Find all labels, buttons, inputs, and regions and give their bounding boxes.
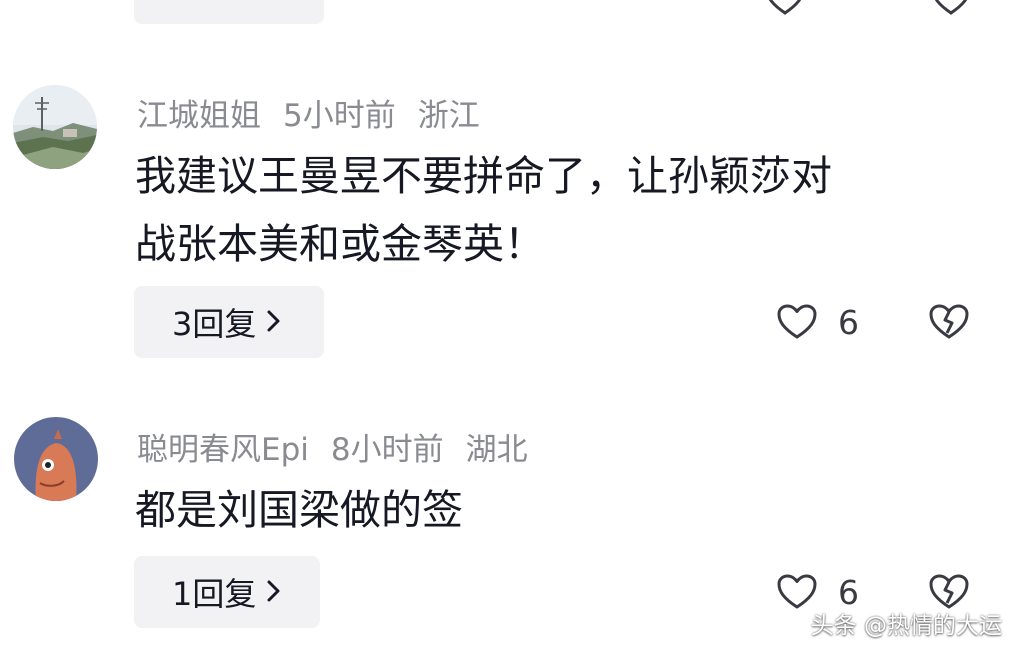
like-count: 6	[838, 303, 859, 342]
cartoon-character-avatar-icon	[14, 417, 98, 501]
reply-button[interactable]: 1回复	[134, 556, 320, 628]
username[interactable]: 聪明春风Epi	[137, 432, 309, 468]
timestamp: 5小时前	[283, 98, 396, 134]
comment-text-line: 我建议王曼昱不要拼命了，让孙颖莎对	[135, 152, 832, 200]
previous-reply-button[interactable]	[134, 0, 324, 24]
avatar[interactable]	[13, 85, 97, 169]
comment-meta: 江城姐姐 5小时前 浙江	[137, 90, 502, 135]
reply-label: 3回复	[172, 305, 257, 343]
like-icon[interactable]	[776, 303, 818, 345]
comment-text: 都是刘国梁做的签	[135, 476, 463, 544]
avatar[interactable]	[14, 417, 98, 501]
previous-like-icon[interactable]	[766, 0, 804, 20]
chevron-right-icon	[266, 303, 282, 341]
username[interactable]: 江城姐姐	[137, 98, 261, 134]
previous-dislike-icon[interactable]	[932, 0, 970, 20]
watermark: 头条 @热情的大运	[810, 613, 1002, 639]
location: 湖北	[465, 432, 528, 468]
timestamp: 8小时前	[330, 432, 444, 468]
chevron-right-icon	[266, 573, 282, 611]
comment-text-line: 战张本美和或金琴英！	[135, 220, 545, 268]
comment-meta: 聪明春风Epi 8小时前 湖北	[137, 424, 550, 469]
landscape-photo-avatar-icon	[13, 85, 97, 169]
comment-text-line: 都是刘国梁做的签	[135, 486, 463, 534]
broken-heart-icon[interactable]	[928, 303, 970, 345]
reply-label: 1回复	[172, 575, 257, 613]
location: 浙江	[417, 98, 480, 134]
reply-button[interactable]: 3回复	[134, 286, 324, 358]
comment-text: 我建议王曼昱不要拼命了，让孙颖莎对 战张本美和或金琴英！	[135, 142, 832, 278]
